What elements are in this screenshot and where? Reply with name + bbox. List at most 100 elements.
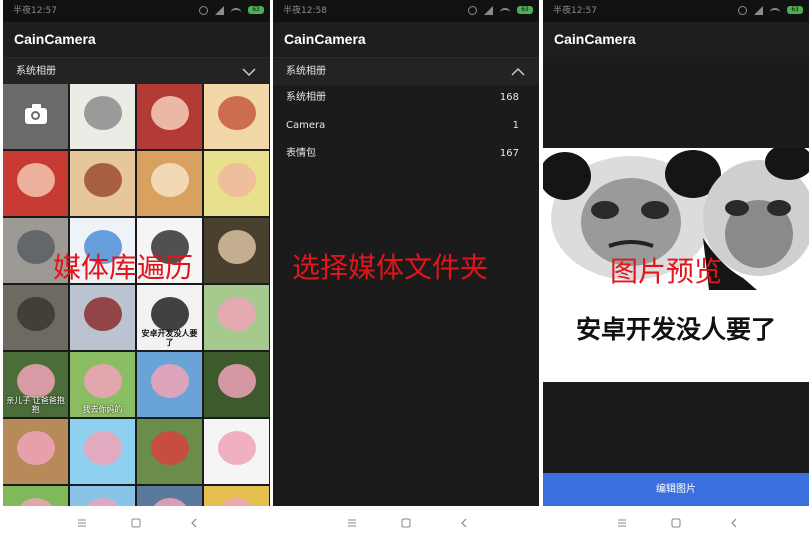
menu-icon[interactable]	[345, 516, 359, 530]
media-thumbnail[interactable]	[3, 419, 68, 484]
thumbnail-figure	[17, 431, 55, 465]
wifi-icon	[500, 8, 511, 16]
media-thumbnail[interactable]	[204, 486, 269, 506]
system-navbar	[543, 506, 809, 540]
menu-icon[interactable]	[615, 516, 629, 530]
folder-name: 系统相册	[286, 92, 326, 103]
media-thumbnail[interactable]: 我去你妈的	[70, 352, 135, 417]
media-thumbnail[interactable]	[70, 151, 135, 216]
signal-icon	[754, 6, 764, 15]
alarm-icon	[738, 6, 748, 15]
app-title: CainCamera	[3, 22, 270, 57]
media-thumbnail[interactable]	[3, 151, 68, 216]
preview-image: 安卓开发没人要了	[543, 148, 809, 382]
media-thumbnail[interactable]	[137, 486, 202, 506]
signal-icon	[215, 6, 225, 15]
media-thumbnail[interactable]	[204, 151, 269, 216]
chevron-down-icon	[242, 68, 256, 76]
battery-icon: 63	[787, 6, 803, 14]
thumbnail-figure	[218, 498, 256, 506]
system-navbar	[273, 506, 539, 540]
media-thumbnail[interactable]	[3, 486, 68, 506]
thumbnail-figure	[151, 96, 189, 130]
camera-button[interactable]	[3, 84, 68, 149]
media-thumbnail[interactable]	[204, 352, 269, 417]
alarm-icon	[468, 6, 478, 15]
folder-count: 1	[512, 120, 519, 131]
thumbnail-figure	[218, 230, 256, 264]
thumbnail-figure	[17, 498, 55, 506]
image-preview-screen: 半夜12:57 63 CainCamera 安卓开发没人要了 图片预览 编辑图片	[543, 0, 809, 540]
thumbnail-figure	[84, 498, 122, 506]
edit-image-button[interactable]: 编辑图片	[543, 473, 809, 506]
media-thumbnail[interactable]	[70, 285, 135, 350]
media-thumbnail[interactable]: 安卓开发没人要了	[137, 285, 202, 350]
app-title: CainCamera	[543, 22, 809, 57]
media-thumbnail[interactable]	[70, 84, 135, 149]
media-thumbnail[interactable]	[204, 419, 269, 484]
thumbnail-figure	[218, 163, 256, 197]
thumbnail-figure	[84, 230, 122, 264]
status-bar: 半夜12:57 63	[543, 0, 809, 22]
media-thumbnail[interactable]	[3, 285, 68, 350]
album-dropdown-label: 系统相册	[286, 66, 326, 77]
home-icon[interactable]	[669, 516, 683, 530]
back-icon[interactable]	[187, 516, 201, 530]
thumbnail-figure	[84, 297, 122, 331]
thumbnail-figure	[218, 431, 256, 465]
media-thumbnail[interactable]	[3, 218, 68, 283]
app-title: CainCamera	[273, 22, 539, 57]
alarm-icon	[199, 6, 209, 15]
back-icon[interactable]	[457, 516, 471, 530]
folder-count: 168	[499, 92, 519, 103]
thumbnail-caption: 安卓开发没人要了	[141, 329, 198, 347]
album-dropdown-label: 系统相册	[16, 66, 56, 77]
thumbnail-figure	[17, 230, 55, 264]
media-thumbnail[interactable]: 亲儿子 让爸爸抱抱	[3, 352, 68, 417]
media-thumbnail[interactable]	[137, 419, 202, 484]
media-thumbnail[interactable]	[137, 84, 202, 149]
battery-icon: 63	[248, 6, 264, 14]
home-icon[interactable]	[129, 516, 143, 530]
status-time: 半夜12:57	[13, 6, 57, 16]
media-thumbnail[interactable]	[204, 84, 269, 149]
thumbnail-figure	[151, 431, 189, 465]
back-icon[interactable]	[727, 516, 741, 530]
album-dropdown[interactable]: 系统相册	[273, 57, 539, 85]
media-thumbnail[interactable]	[70, 218, 135, 283]
folder-item[interactable]: 系统相册 168	[273, 84, 539, 112]
media-thumbnail[interactable]	[137, 218, 202, 283]
thumbnail-figure	[151, 364, 189, 398]
folder-item[interactable]: Camera 1	[273, 112, 539, 140]
panda-meme-image	[543, 148, 809, 382]
media-thumbnail[interactable]	[204, 218, 269, 283]
folder-count: 167	[499, 148, 519, 159]
thumbnail-figure	[151, 163, 189, 197]
overlay-label: 选择媒体文件夹	[292, 251, 489, 284]
home-icon[interactable]	[399, 516, 413, 530]
media-grid: 安卓开发没人要了亲儿子 让爸爸抱抱我去你妈的	[3, 84, 270, 506]
status-time: 半夜12:58	[283, 6, 327, 16]
media-thumbnail[interactable]	[70, 486, 135, 506]
thumbnail-figure	[218, 96, 256, 130]
folder-select-screen: 半夜12:58 63 CainCamera 系统相册 系统相册 168 Came…	[273, 0, 539, 540]
thumbnail-figure	[218, 297, 256, 331]
menu-icon[interactable]	[75, 516, 89, 530]
thumbnail-figure	[151, 498, 189, 506]
thumbnail-caption: 我去你妈的	[82, 405, 123, 414]
media-library-screen: 半夜12:57 63 CainCamera 系统相册 安卓开发没人要了亲儿子 让…	[3, 0, 270, 540]
thumbnail-figure	[84, 364, 122, 398]
folder-name: Camera	[286, 120, 326, 131]
media-thumbnail[interactable]	[137, 352, 202, 417]
thumbnail-figure	[218, 364, 256, 398]
wifi-icon	[770, 8, 781, 16]
album-dropdown[interactable]: 系统相册	[3, 57, 270, 85]
media-thumbnail[interactable]	[70, 419, 135, 484]
folder-item[interactable]: 表情包 167	[273, 140, 539, 168]
media-thumbnail[interactable]	[137, 151, 202, 216]
thumbnail-figure	[84, 96, 122, 130]
thumbnail-caption: 亲儿子 让爸爸抱抱	[6, 396, 65, 414]
signal-icon	[484, 6, 494, 15]
preview-caption: 安卓开发没人要了	[575, 315, 776, 344]
media-thumbnail[interactable]	[204, 285, 269, 350]
